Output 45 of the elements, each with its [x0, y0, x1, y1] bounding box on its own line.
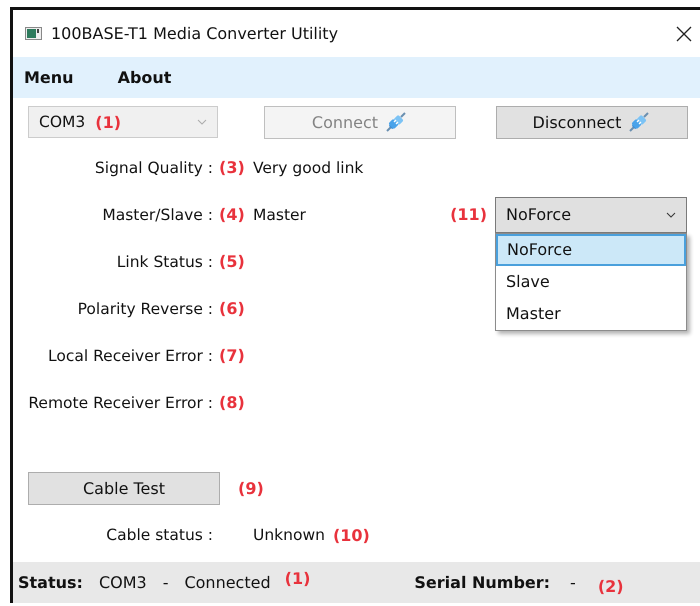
close-icon[interactable]	[676, 26, 692, 42]
dropdown-option[interactable]: Master	[496, 298, 686, 330]
annotation-number: (6)	[219, 299, 246, 318]
annotation-number: (7)	[219, 346, 246, 365]
field-label: Signal Quality :	[94, 158, 213, 176]
annotation-number: (1)	[284, 569, 310, 588]
field-value: Very good link	[253, 158, 364, 176]
cable-test-button[interactable]: Cable Test	[28, 472, 220, 505]
window-title: 100BASE-T1 Media Converter Utility	[51, 24, 340, 43]
field-value: Unknown	[253, 526, 325, 544]
field-label: Polarity Reverse :	[76, 300, 213, 318]
port-value: COM3	[39, 113, 86, 131]
field-value: Master	[253, 206, 306, 224]
disconnect-button[interactable]: Disconnect	[496, 106, 688, 138]
status-state: Connected	[184, 573, 271, 592]
dropdown-option[interactable]: Slave	[496, 266, 686, 298]
menu-item[interactable]: About	[118, 68, 172, 87]
status-label: Status:	[18, 573, 83, 592]
chevron-icon	[197, 119, 207, 125]
chevron-icon	[666, 212, 676, 218]
annotation-number: (3)	[219, 158, 246, 177]
serial-value: -	[570, 573, 576, 592]
annotation-number: (4)	[219, 205, 246, 224]
field-label: Link Status :	[116, 252, 213, 270]
annotation-number: (8)	[219, 393, 246, 412]
dropdown-value: NoForce	[506, 205, 572, 224]
annotation-number: (2)	[598, 577, 624, 596]
annotation-number: (5)	[219, 252, 246, 271]
field-label: Cable status :	[105, 526, 213, 544]
field-label: Remote Receiver Error :	[27, 394, 213, 412]
serial-label: Serial Number:	[414, 573, 550, 592]
field-label: Master/Slave :	[101, 206, 213, 224]
status-separator: -	[162, 573, 168, 592]
field-label: Local Receiver Error :	[46, 346, 213, 364]
force-dropdown[interactable]: NoForce	[495, 196, 687, 232]
annotation-number: (11)	[450, 205, 487, 224]
status-port: COM3	[98, 573, 147, 592]
annotation-number: (1)	[95, 112, 122, 132]
dropdown-option[interactable]: NoForce	[496, 234, 686, 266]
app-icon	[25, 27, 42, 40]
annotation-number: (9)	[238, 479, 264, 498]
plug-icon	[627, 110, 652, 134]
annotation-number: (10)	[332, 526, 370, 544]
menu-item[interactable]: Menu	[24, 68, 74, 87]
plug-icon	[384, 110, 408, 134]
